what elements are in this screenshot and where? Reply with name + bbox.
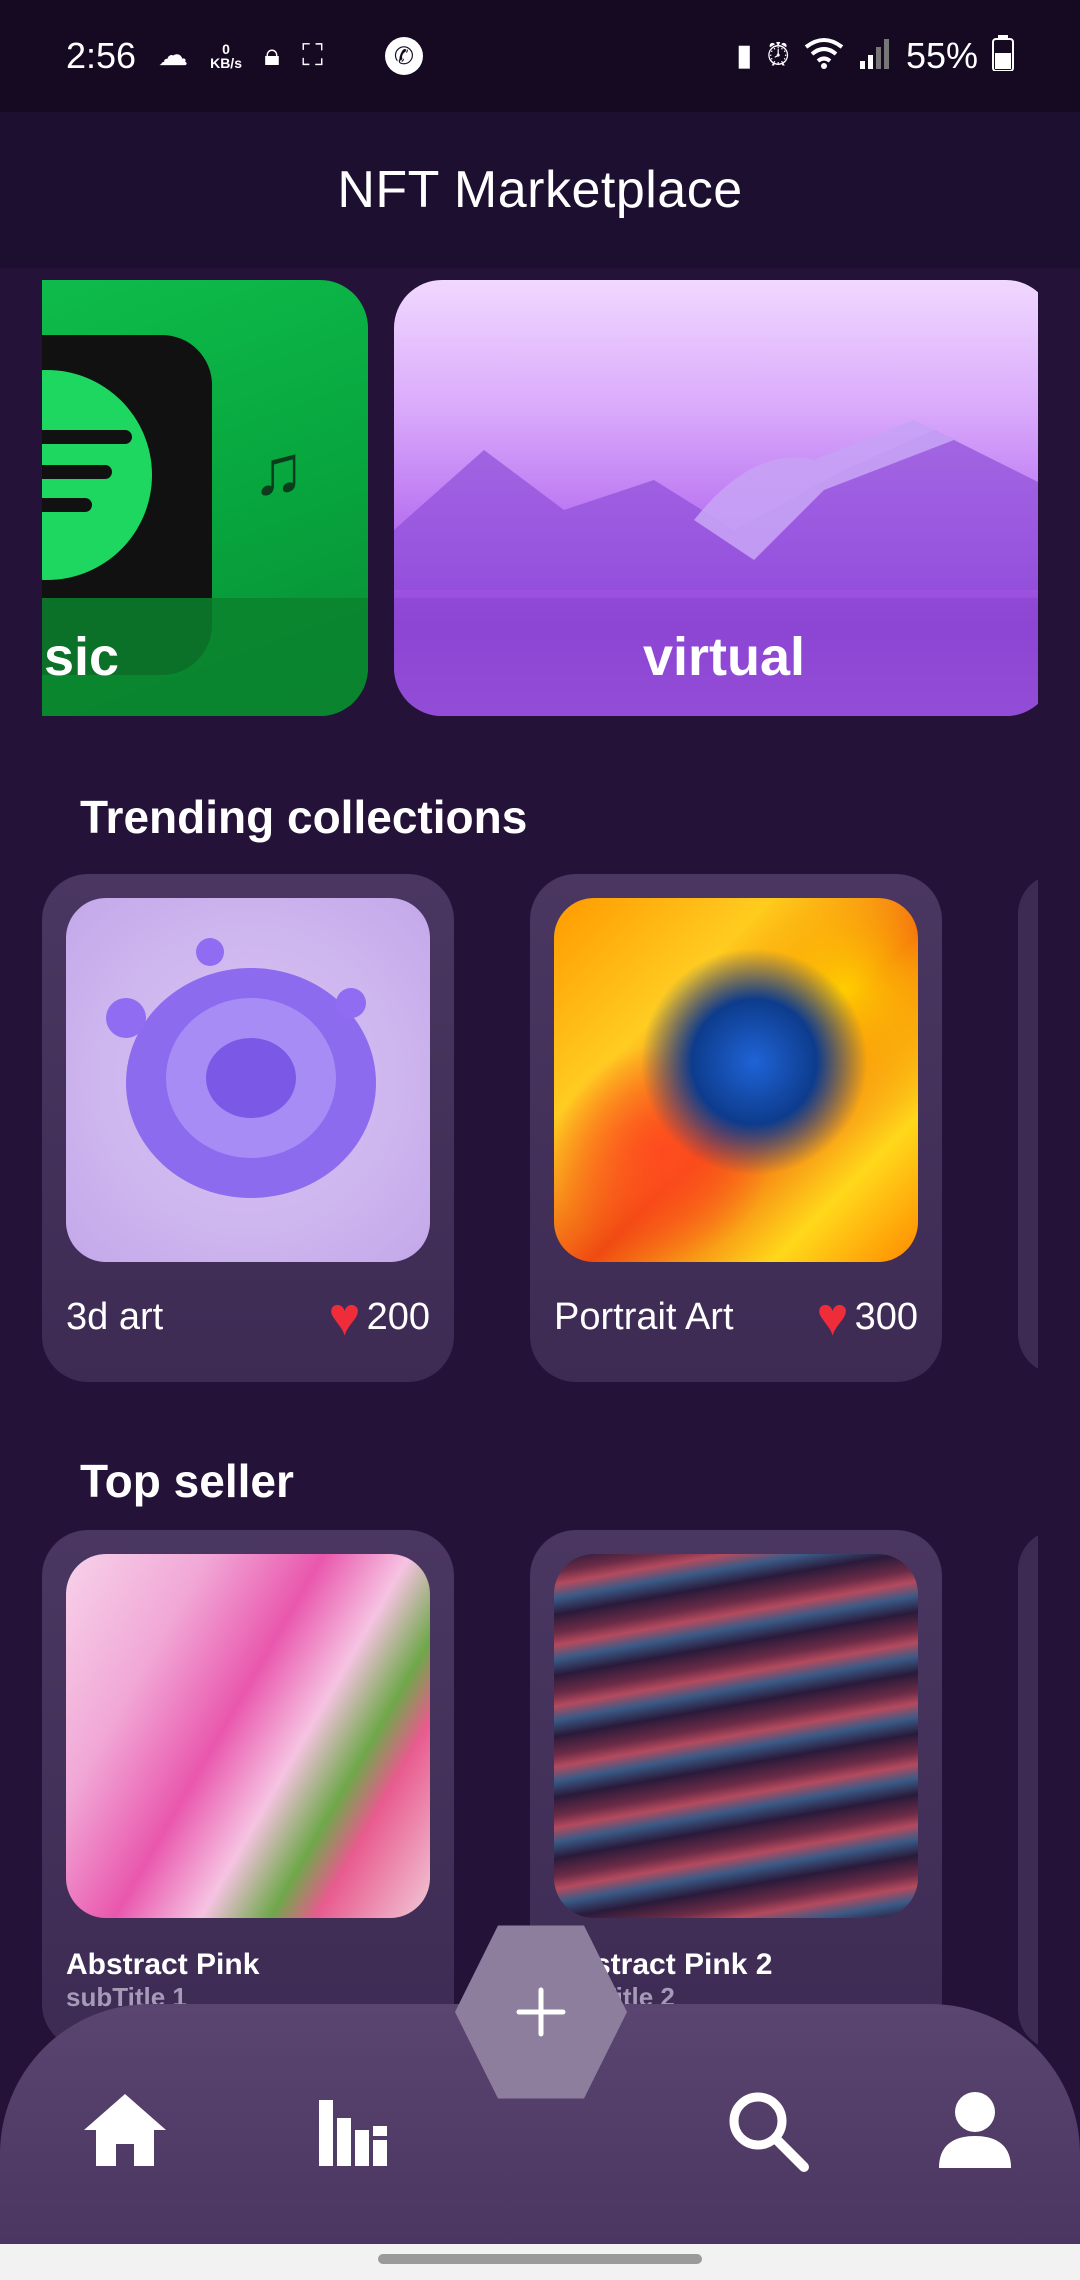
status-time: 2:56: [66, 35, 137, 76]
weather-icon: ☁: [158, 39, 189, 72]
net-speed-unit: KB/s: [210, 55, 242, 71]
stats-icon[interactable]: [313, 2090, 393, 2170]
search-icon[interactable]: [724, 2087, 810, 2173]
page-title: NFT Marketplace: [337, 161, 743, 219]
signal-icon: [858, 37, 892, 75]
wifi-icon: [804, 37, 844, 75]
battery-percent: 55%: [905, 35, 978, 76]
trending-section-title: Trending collections: [80, 791, 528, 843]
music-note-icon: ♫: [252, 431, 305, 509]
trending-row[interactable]: 3d art ♥ 200 Portrait Art ♥ 300: [42, 874, 1038, 1384]
battery-saver-icon: ▮: [736, 39, 753, 72]
mountains-illustration: [394, 420, 1038, 590]
seller-card-peek[interactable]: [1018, 1530, 1038, 2050]
card-footer: Portrait Art ♥ 300: [554, 1290, 918, 1344]
category-card-music[interactable]: ♫ sic: [42, 280, 368, 716]
lock-icon: 🔒︎: [263, 39, 280, 72]
alarm-icon: ⏰︎: [766, 39, 790, 72]
app-bar: NFT Marketplace: [0, 112, 1080, 268]
collection-name: 3d art: [66, 1295, 164, 1338]
trending-card-peek[interactable]: [1018, 874, 1038, 1374]
status-right: ▮ ⏰︎ 55%: [736, 35, 1014, 77]
screen-record-icon: ⛶: [301, 39, 323, 72]
status-left: 2:56 ☁ 0 KB/s 🔒︎ ⛶ ✆: [66, 35, 423, 77]
likes[interactable]: ♥ 300: [817, 1290, 918, 1344]
add-icon[interactable]: [513, 1984, 569, 2040]
category-card-virtual[interactable]: virtual: [394, 280, 1038, 716]
home-icon[interactable]: [80, 2090, 170, 2170]
nav-profile[interactable]: [930, 2085, 1020, 2175]
likes-count: 200: [366, 1295, 430, 1338]
category-carousel[interactable]: ♫ sic virtual: [42, 280, 1038, 720]
trending-card[interactable]: Portrait Art ♥ 300: [530, 874, 942, 1382]
heart-icon[interactable]: ♥: [329, 1290, 361, 1344]
category-label: virtual: [394, 598, 1038, 716]
seller-name: Abstract Pink: [66, 1948, 260, 1981]
nav-search[interactable]: [722, 2085, 812, 2175]
card-footer: 3d art ♥ 200: [66, 1290, 430, 1344]
collection-name: Portrait Art: [554, 1295, 734, 1338]
profile-icon[interactable]: [935, 2090, 1015, 2170]
call-icon: ✆: [384, 37, 423, 75]
nft-image-portrait-art: [554, 898, 918, 1262]
home-indicator[interactable]: [378, 2254, 702, 2264]
nft-image-abstract-pink: [66, 1554, 430, 1918]
nav-stats[interactable]: [308, 2085, 398, 2175]
nft-image-abstract-pink-2: [554, 1554, 918, 1918]
battery-icon: [992, 35, 1014, 77]
nav-home[interactable]: [80, 2085, 170, 2175]
category-label: sic: [42, 598, 368, 716]
likes[interactable]: ♥ 200: [329, 1290, 430, 1344]
nft-image-3d-art: [66, 898, 430, 1262]
status-bar: 2:56 ☁ 0 KB/s 🔒︎ ⛶ ✆ ▮ ⏰︎ 55%: [0, 0, 1080, 112]
seller-card[interactable]: Abstract Pink subTitle 1: [42, 1530, 454, 2050]
heart-icon[interactable]: ♥: [817, 1290, 849, 1344]
net-speed: 0 KB/s: [210, 42, 242, 70]
trending-card[interactable]: 3d art ♥ 200: [42, 874, 454, 1382]
top-seller-section-title: Top seller: [80, 1455, 294, 1507]
likes-count: 300: [854, 1295, 918, 1338]
